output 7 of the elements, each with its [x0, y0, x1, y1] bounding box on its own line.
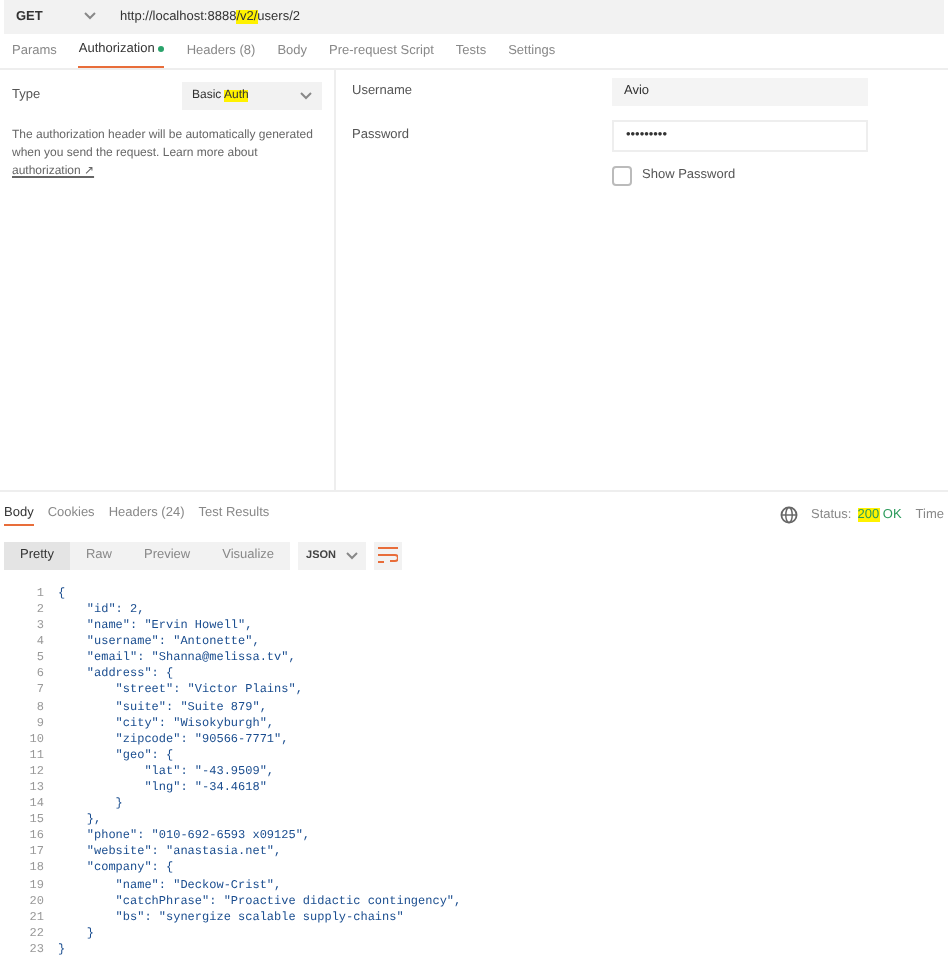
- caret-icon: [300, 91, 312, 100]
- wrap-lines-icon: [378, 546, 399, 565]
- caret-icon: [346, 551, 359, 560]
- checkbox[interactable]: [612, 165, 632, 186]
- globe-icon[interactable]: [779, 506, 797, 525]
- wrap-button[interactable]: [374, 541, 403, 570]
- caret-icon: [84, 12, 96, 21]
